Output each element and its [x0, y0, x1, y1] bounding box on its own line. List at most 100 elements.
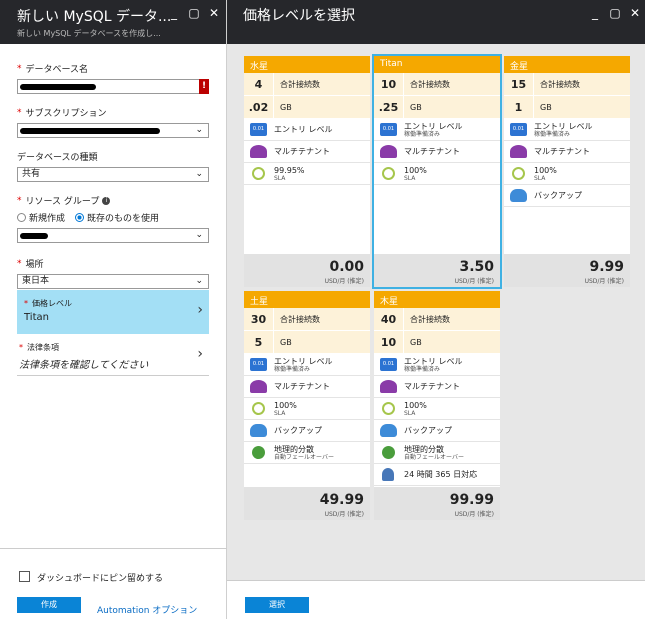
feature-row: マルチテナント	[244, 141, 370, 163]
tier-name: Titan	[374, 56, 500, 73]
gb-row: 10 GB	[374, 330, 500, 354]
multi-label: マルチテナント	[274, 147, 330, 156]
entry-level-icon: 0.01	[380, 123, 397, 136]
rg-existing-radio[interactable]: 既存のものを使用	[75, 211, 159, 224]
geo-sub: 自動フェールオーバー	[274, 453, 334, 461]
gb-value: 10	[374, 330, 404, 354]
feature-row: 100% SLA	[374, 163, 500, 185]
conn-row: 10 合計接続数	[374, 72, 500, 96]
redacted-value	[20, 233, 48, 239]
blade-header: 新しい MySQL データ... 新しい MySQL データベースを作成し...…	[0, 0, 226, 44]
tier-name: 木星	[374, 291, 500, 308]
close-icon[interactable]: ✕	[629, 6, 641, 20]
geo-label: 地理的分散	[274, 444, 314, 454]
tier-card-0[interactable]: 水星 4 合計接続数 .02 GB 0.01 エントリ レベル マルチテナント 99.95% SL…	[244, 56, 370, 287]
backup-cloud-icon	[510, 189, 527, 202]
pricing-tier-value: Titan	[24, 312, 49, 323]
minimize-icon[interactable]: _	[589, 6, 601, 20]
price-box: 0.00 USD/月 (推定)	[244, 254, 370, 287]
conn-value: 4	[244, 72, 274, 96]
feature-row: バックアップ	[244, 420, 370, 442]
subscription-select[interactable]: ⌄	[17, 123, 209, 138]
db-type-select[interactable]: 共有 ⌄	[17, 167, 209, 182]
conn-label: 合計接続数	[280, 314, 320, 324]
gb-label: GB	[280, 337, 292, 347]
feature-row: 0.01 エントリ レベル 稼働準備済み	[374, 119, 500, 141]
automation-link[interactable]: Automation オプション	[97, 603, 197, 616]
location-select[interactable]: 東日本 ⌄	[17, 274, 209, 289]
pin-checkbox[interactable]	[19, 571, 30, 582]
price-unit: USD/月 (推定)	[454, 278, 494, 285]
feature-row: バックアップ	[374, 420, 500, 442]
rg-new-radio[interactable]: 新規作成	[17, 211, 65, 224]
chevron-down-icon: ⌄	[195, 230, 203, 240]
legal-terms-item[interactable]: * 法律条項 法律条項を確認してください ›	[17, 342, 209, 376]
pricing-tier-label: 価格レベル	[32, 299, 72, 308]
conn-row: 30 合計接続数	[244, 307, 370, 331]
sla-gauge-icon	[252, 167, 265, 180]
feature-row: 地理的分散 自動フェールオーバー	[374, 442, 500, 464]
entry-level-icon: 0.01	[380, 358, 397, 371]
feature-row: 24 時間 365 日対応	[374, 464, 500, 486]
create-button[interactable]: 作成	[17, 597, 81, 613]
db-type-value: 共有	[22, 169, 41, 179]
resource-group-select[interactable]: ⌄	[17, 228, 209, 243]
feature-row: マルチテナント	[374, 141, 500, 163]
gb-label: GB	[410, 102, 422, 112]
sla-gauge-icon	[512, 167, 525, 180]
entry-level-sub: 稼働準備済み	[274, 365, 311, 373]
conn-row: 15 合計接続数	[504, 72, 630, 96]
info-icon[interactable]: i	[102, 196, 111, 205]
entry-level-icon: 0.01	[250, 358, 267, 371]
entry-level-icon: 0.01	[250, 123, 267, 136]
feature-row: 0.01 エントリ レベル 稼働準備済み	[244, 354, 370, 376]
pricing-header: 価格レベルを選択 _ ▢ ✕	[227, 0, 645, 44]
sla-gauge-icon	[382, 167, 395, 180]
conn-label: 合計接続数	[410, 79, 450, 89]
chevron-right-icon: ›	[197, 346, 203, 362]
entry-level-label: エントリ レベル	[534, 121, 593, 131]
tier-card-4[interactable]: 木星 40 合計接続数 10 GB 0.01 エントリ レベル 稼働準備済み マルチテナント 10…	[374, 291, 500, 520]
select-button[interactable]: 選択	[245, 597, 309, 613]
price-box: 9.99 USD/月 (推定)	[504, 254, 630, 287]
tier-name: 水星	[244, 56, 370, 73]
tier-name: 金星	[504, 56, 630, 73]
conn-label: 合計接続数	[410, 314, 450, 324]
chevron-right-icon: ›	[197, 302, 203, 318]
sla-gauge-icon	[252, 402, 265, 415]
tier-card-3[interactable]: 土星 30 合計接続数 5 GB 0.01 エントリ レベル 稼働準備済み マルチテナント 100…	[244, 291, 370, 520]
gb-label: GB	[280, 102, 292, 112]
chevron-down-icon: ⌄	[195, 125, 203, 135]
minimize-icon[interactable]: _	[168, 6, 180, 20]
resource-group-label: リソース グループ	[25, 197, 100, 207]
gb-value: .02	[244, 95, 274, 119]
multi-label: マルチテナント	[274, 382, 330, 391]
maximize-icon[interactable]: ▢	[188, 6, 200, 20]
tier-card-1[interactable]: Titan 10 合計接続数 .25 GB 0.01 エントリ レベル 稼働準備済み マルチテナ…	[372, 54, 502, 289]
price-box: 49.99 USD/月 (推定)	[244, 487, 370, 520]
tier-card-2[interactable]: 金星 15 合計接続数 1 GB 0.01 エントリ レベル 稼働準備済み マルチテナント 100…	[504, 56, 630, 287]
pricing-tier-item[interactable]: * 価格レベル Titan ›	[17, 290, 209, 334]
db-name-label: データベース名	[25, 65, 89, 75]
pricing-footer: 選択	[227, 580, 645, 619]
gb-label: GB	[410, 337, 422, 347]
price-value: 0.00	[329, 259, 364, 275]
blade-footer: ダッシュボードにピン留めする 作成 Automation オプション	[0, 548, 227, 619]
gb-row: .25 GB	[374, 95, 500, 119]
db-name-input[interactable]: !	[17, 79, 209, 94]
pricing-blade: 価格レベルを選択 _ ▢ ✕ 水星 4 合計接続数 .02 GB 0.01 エントリ レベル マル…	[227, 0, 645, 619]
multitenant-icon	[250, 145, 267, 158]
price-box: 3.50 USD/月 (推定)	[374, 254, 500, 287]
gb-row: 5 GB	[244, 330, 370, 354]
maximize-icon[interactable]: ▢	[609, 6, 621, 20]
price-box: 99.99 USD/月 (推定)	[374, 487, 500, 520]
gb-value: 5	[244, 330, 274, 354]
backup-cloud-icon	[380, 424, 397, 437]
feature-row: 0.01 エントリ レベル 稼働準備済み	[504, 119, 630, 141]
feature-row: マルチテナント	[244, 376, 370, 398]
close-icon[interactable]: ✕	[208, 6, 220, 20]
conn-label: 合計接続数	[540, 79, 580, 89]
globe-icon	[382, 446, 395, 459]
backup-cloud-icon	[250, 424, 267, 437]
backup-label: バックアップ	[274, 426, 322, 435]
